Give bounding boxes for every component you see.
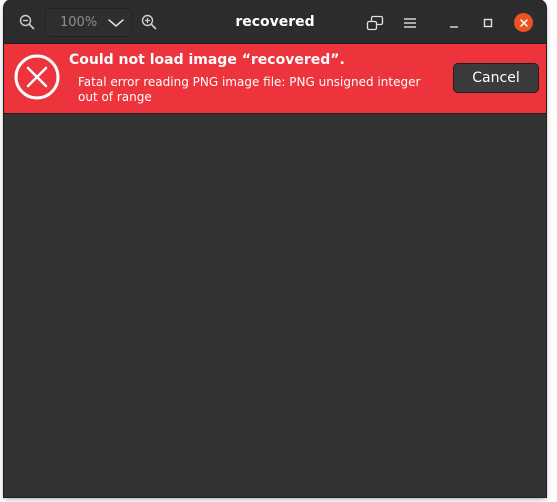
zoom-in-icon bbox=[141, 14, 157, 30]
zoom-value: 100% bbox=[60, 15, 98, 30]
zoom-in-button[interactable] bbox=[138, 11, 160, 33]
error-message: Fatal error reading PNG image file: PNG … bbox=[78, 75, 421, 104]
error-title: Could not load image “recovered”. bbox=[69, 52, 345, 68]
minimize-button[interactable] bbox=[444, 12, 464, 34]
main-menu-button[interactable] bbox=[399, 12, 421, 34]
close-button[interactable] bbox=[514, 13, 533, 32]
maximize-icon bbox=[483, 18, 493, 28]
maximize-button[interactable] bbox=[478, 12, 498, 34]
hamburger-menu-icon bbox=[404, 18, 416, 28]
error-icon bbox=[14, 54, 60, 100]
minimize-icon bbox=[450, 26, 458, 28]
header-bar: 100% recovered bbox=[4, 0, 546, 44]
fit-to-window-icon bbox=[366, 15, 384, 31]
app-window: 100% recovered Could not load image “rec… bbox=[4, 0, 546, 497]
zoom-combo[interactable]: 100% bbox=[45, 8, 132, 37]
chevron-down-icon bbox=[108, 19, 124, 27]
cancel-button[interactable]: Cancel bbox=[453, 63, 539, 93]
zoom-out-button[interactable] bbox=[16, 11, 38, 33]
fit-button[interactable] bbox=[364, 12, 386, 34]
error-infobar: Could not load image “recovered”. Fatal … bbox=[4, 44, 546, 114]
close-icon bbox=[519, 18, 528, 27]
image-view-area bbox=[4, 114, 546, 497]
zoom-out-icon bbox=[19, 14, 35, 30]
